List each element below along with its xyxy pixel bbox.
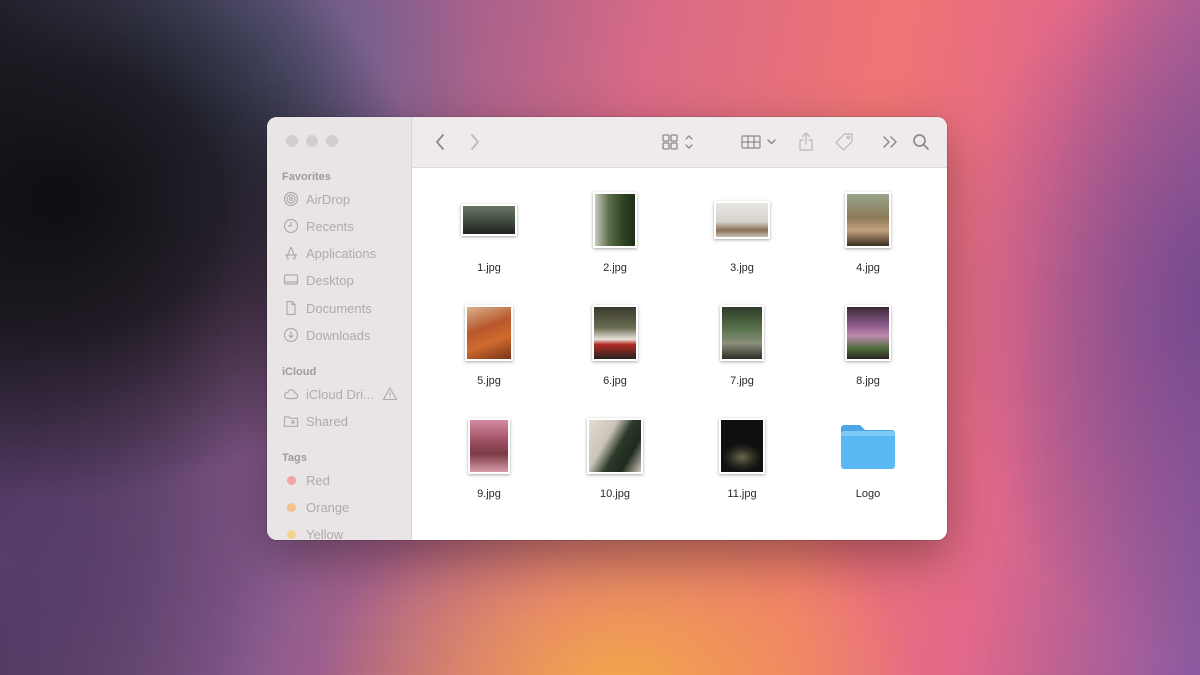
file-name: 3.jpg <box>730 262 754 274</box>
favorites-section-label: Favorites <box>282 171 331 183</box>
sidebar-item-shared[interactable]: Shared <box>283 410 348 432</box>
sidebar-item-label: Recents <box>306 218 354 234</box>
image-thumbnail <box>592 305 638 361</box>
image-thumbnail <box>845 305 891 361</box>
sidebar-item-label: Red <box>306 472 330 488</box>
group-icon <box>741 135 776 149</box>
minimize-button[interactable] <box>306 135 318 147</box>
file-name: 2.jpg <box>603 262 627 274</box>
sidebar-item-recents[interactable]: Recents <box>283 215 354 237</box>
image-thumbnail <box>719 418 765 474</box>
document-icon <box>283 300 299 316</box>
file-browser: 1.jpg 2.jpg 3.jpg 4.jpg 5.jpg 6.jpg 7.jp… <box>412 117 947 540</box>
image-thumbnail <box>461 204 517 236</box>
file-item[interactable]: 2.jpg <box>565 188 665 274</box>
orange-tag-dot-icon <box>287 502 296 512</box>
folder-icon <box>841 425 895 469</box>
image-thumbnail <box>593 192 637 248</box>
file-item[interactable]: 5.jpg <box>439 301 539 387</box>
group-button[interactable] <box>741 130 779 154</box>
sidebar-item-label: Desktop <box>306 272 354 288</box>
sidebar-item-label: Yellow <box>306 526 344 541</box>
share-icon <box>799 132 813 151</box>
forward-icon <box>471 134 479 150</box>
view-mode-button[interactable] <box>662 130 698 154</box>
sidebar-item-downloads[interactable]: Downloads <box>283 324 370 346</box>
tag-icon <box>835 133 853 151</box>
file-item[interactable]: 1.jpg <box>439 188 539 274</box>
file-item[interactable]: 8.jpg <box>818 301 918 387</box>
red-tag-dot-icon <box>287 475 296 485</box>
back-button[interactable] <box>430 130 450 154</box>
image-thumbnail <box>720 305 764 361</box>
sidebar-item-label: Documents <box>306 300 372 316</box>
file-item[interactable]: 6.jpg <box>565 301 665 387</box>
sidebar-item-label: Shared <box>306 413 348 429</box>
download-icon <box>283 327 299 343</box>
sidebar: Favorites AirDrop Recents Applications D… <box>267 117 412 540</box>
file-item[interactable]: 10.jpg <box>565 414 665 500</box>
share-button[interactable] <box>796 130 816 154</box>
icon-view-icon <box>662 134 693 150</box>
yellow-tag-dot-icon <box>287 529 296 539</box>
sidebar-item-label: Applications <box>306 245 377 261</box>
finder-window: Favorites AirDrop Recents Applications D… <box>267 117 947 540</box>
file-grid: 1.jpg 2.jpg 3.jpg 4.jpg 5.jpg 6.jpg 7.jp… <box>412 167 947 540</box>
airdrop-icon <box>283 191 299 207</box>
sidebar-item-icloud-drive[interactable]: iCloud Dri... <box>283 383 398 405</box>
search-icon <box>913 134 929 150</box>
image-thumbnail <box>587 418 643 474</box>
image-thumbnail <box>845 192 891 248</box>
more-button[interactable] <box>880 130 900 154</box>
tags-section-label: Tags <box>282 452 307 464</box>
file-name: 5.jpg <box>477 375 501 387</box>
sidebar-item-label: AirDrop <box>306 191 351 207</box>
tag-button[interactable] <box>832 130 856 154</box>
cloud-icon <box>283 386 299 402</box>
file-item[interactable]: 9.jpg <box>439 414 539 500</box>
search-button[interactable] <box>910 130 932 154</box>
file-name: Logo <box>855 488 881 500</box>
file-name: 9.jpg <box>477 488 501 500</box>
clock-icon <box>283 218 299 234</box>
image-thumbnail <box>468 418 510 474</box>
back-icon <box>436 134 444 150</box>
window-controls <box>286 135 338 147</box>
shared-folder-icon <box>283 413 299 429</box>
more-icon <box>883 136 897 148</box>
desktop-icon <box>283 272 299 288</box>
icloud-section-label: iCloud <box>282 366 317 378</box>
sidebar-tag-orange[interactable]: Orange <box>283 496 349 518</box>
file-name: 8.jpg <box>856 375 880 387</box>
sidebar-item-airdrop[interactable]: AirDrop <box>283 188 350 210</box>
close-button[interactable] <box>286 135 298 147</box>
file-item[interactable]: 7.jpg <box>692 301 792 387</box>
sidebar-item-desktop[interactable]: Desktop <box>283 269 354 291</box>
sidebar-tag-yellow[interactable]: Yellow <box>283 523 343 540</box>
file-name: 11.jpg <box>727 488 757 500</box>
file-name: 1.jpg <box>477 262 501 274</box>
forward-button[interactable] <box>465 130 485 154</box>
applications-icon <box>283 245 299 261</box>
sidebar-item-label: iCloud Dri... <box>306 386 374 402</box>
sidebar-item-label: Orange <box>306 499 350 515</box>
file-item[interactable]: 3.jpg <box>692 188 792 274</box>
sidebar-tag-red[interactable]: Red <box>283 469 330 491</box>
file-name: 6.jpg <box>603 375 627 387</box>
sidebar-item-label: Downloads <box>306 327 371 343</box>
file-item[interactable]: 4.jpg <box>818 188 918 274</box>
folder-item[interactable]: Logo <box>818 414 918 500</box>
file-name: 7.jpg <box>730 375 754 387</box>
warning-icon <box>382 386 398 402</box>
file-name: 10.jpg <box>600 488 630 500</box>
image-thumbnail <box>465 305 513 361</box>
sidebar-item-applications[interactable]: Applications <box>283 242 376 264</box>
zoom-button[interactable] <box>326 135 338 147</box>
file-name: 4.jpg <box>856 262 880 274</box>
image-thumbnail <box>714 201 770 239</box>
toolbar <box>412 117 947 168</box>
file-item[interactable]: 11.jpg <box>692 414 792 500</box>
sidebar-item-documents[interactable]: Documents <box>283 297 372 319</box>
